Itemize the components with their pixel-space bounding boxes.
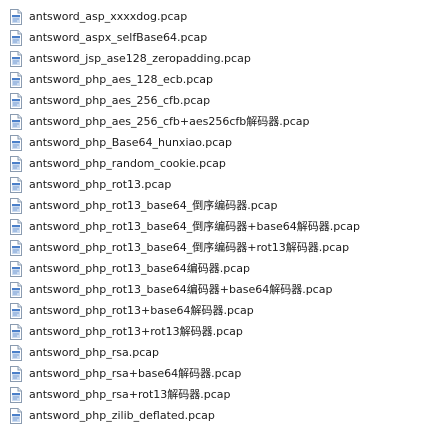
generic-file-icon <box>10 71 22 88</box>
file-item[interactable]: antsword_php_rot13_base64_倒序编码器+base64解码… <box>0 216 429 237</box>
generic-file-icon <box>10 29 22 46</box>
file-item[interactable]: antsword_php_rot13+rot13解码器.pcap <box>0 321 429 342</box>
file-item[interactable]: antsword_php_aes_256_cfb+aes256cfb解码器.pc… <box>0 111 429 132</box>
file-name: antsword_php_rsa+base64解码器.pcap <box>29 366 242 380</box>
generic-file-icon <box>10 323 22 340</box>
file-item[interactable]: antsword_php_aes_128_ecb.pcap <box>0 69 429 90</box>
generic-file-icon <box>10 197 22 214</box>
file-name: antsword_php_rot13_base64_倒序编码器+base64解码… <box>29 219 360 233</box>
file-name: antsword_php_rot13_base64编码器.pcap <box>29 261 251 275</box>
file-name: antsword_php_rot13_base64编码器+base64解码器.p… <box>29 282 333 296</box>
file-name: antsword_php_random_cookie.pcap <box>29 156 226 170</box>
generic-file-icon <box>10 113 22 130</box>
file-name: antsword_php_rsa.pcap <box>29 345 159 359</box>
generic-file-icon <box>10 155 22 172</box>
file-name: antsword_php_aes_256_cfb+aes256cfb解码器.pc… <box>29 114 310 128</box>
file-name: antsword_php_aes_128_ecb.pcap <box>29 72 214 86</box>
file-name: antsword_php_Base64_hunxiao.pcap <box>29 135 233 149</box>
generic-file-icon <box>10 50 22 67</box>
generic-file-icon <box>10 365 22 382</box>
generic-file-icon <box>10 260 22 277</box>
file-item[interactable]: antsword_php_rot13_base64_倒序编码器+rot13解码器… <box>0 237 429 258</box>
file-item[interactable]: antsword_php_rsa+base64解码器.pcap <box>0 363 429 384</box>
file-name: antsword_jsp_ase128_zeropadding.pcap <box>29 51 251 65</box>
generic-file-icon <box>10 218 22 235</box>
generic-file-icon <box>10 239 22 256</box>
file-name: antsword_php_zilib_deflated.pcap <box>29 408 215 422</box>
file-item[interactable]: antsword_php_rsa.pcap <box>0 342 429 363</box>
file-name: antsword_asp_xxxxdog.pcap <box>29 9 188 23</box>
file-name: antsword_php_rot13.pcap <box>29 177 172 191</box>
file-name: antsword_php_rot13_base64_倒序编码器.pcap <box>29 198 278 212</box>
generic-file-icon <box>10 344 22 361</box>
generic-file-icon <box>10 407 22 424</box>
generic-file-icon <box>10 176 22 193</box>
file-name: antsword_php_rot13+base64解码器.pcap <box>29 303 254 317</box>
file-name: antsword_php_rsa+rot13解码器.pcap <box>29 387 231 401</box>
file-list: antsword_asp_xxxxdog.pcap antsword_aspx_… <box>0 0 429 426</box>
file-item[interactable]: antsword_php_aes_256_cfb.pcap <box>0 90 429 111</box>
file-item[interactable]: antsword_php_zilib_deflated.pcap <box>0 405 429 426</box>
generic-file-icon <box>10 386 22 403</box>
file-item[interactable]: antsword_php_rot13+base64解码器.pcap <box>0 300 429 321</box>
generic-file-icon <box>10 281 22 298</box>
file-item[interactable]: antsword_php_rot13.pcap <box>0 174 429 195</box>
file-name: antsword_php_rot13_base64_倒序编码器+rot13解码器… <box>29 240 350 254</box>
file-item[interactable]: antsword_jsp_ase128_zeropadding.pcap <box>0 48 429 69</box>
file-name: antsword_php_aes_256_cfb.pcap <box>29 93 211 107</box>
file-name: antsword_aspx_selfBase64.pcap <box>29 30 208 44</box>
file-item[interactable]: antsword_php_rsa+rot13解码器.pcap <box>0 384 429 405</box>
file-name: antsword_php_rot13+rot13解码器.pcap <box>29 324 243 338</box>
file-item[interactable]: antsword_php_rot13_base64编码器+base64解码器.p… <box>0 279 429 300</box>
file-item[interactable]: antsword_aspx_selfBase64.pcap <box>0 27 429 48</box>
file-item[interactable]: antsword_php_rot13_base64_倒序编码器.pcap <box>0 195 429 216</box>
generic-file-icon <box>10 302 22 319</box>
file-item[interactable]: antsword_php_rot13_base64编码器.pcap <box>0 258 429 279</box>
generic-file-icon <box>10 92 22 109</box>
file-item[interactable]: antsword_asp_xxxxdog.pcap <box>0 6 429 27</box>
file-item[interactable]: antsword_php_Base64_hunxiao.pcap <box>0 132 429 153</box>
generic-file-icon <box>10 8 22 25</box>
generic-file-icon <box>10 134 22 151</box>
file-item[interactable]: antsword_php_random_cookie.pcap <box>0 153 429 174</box>
